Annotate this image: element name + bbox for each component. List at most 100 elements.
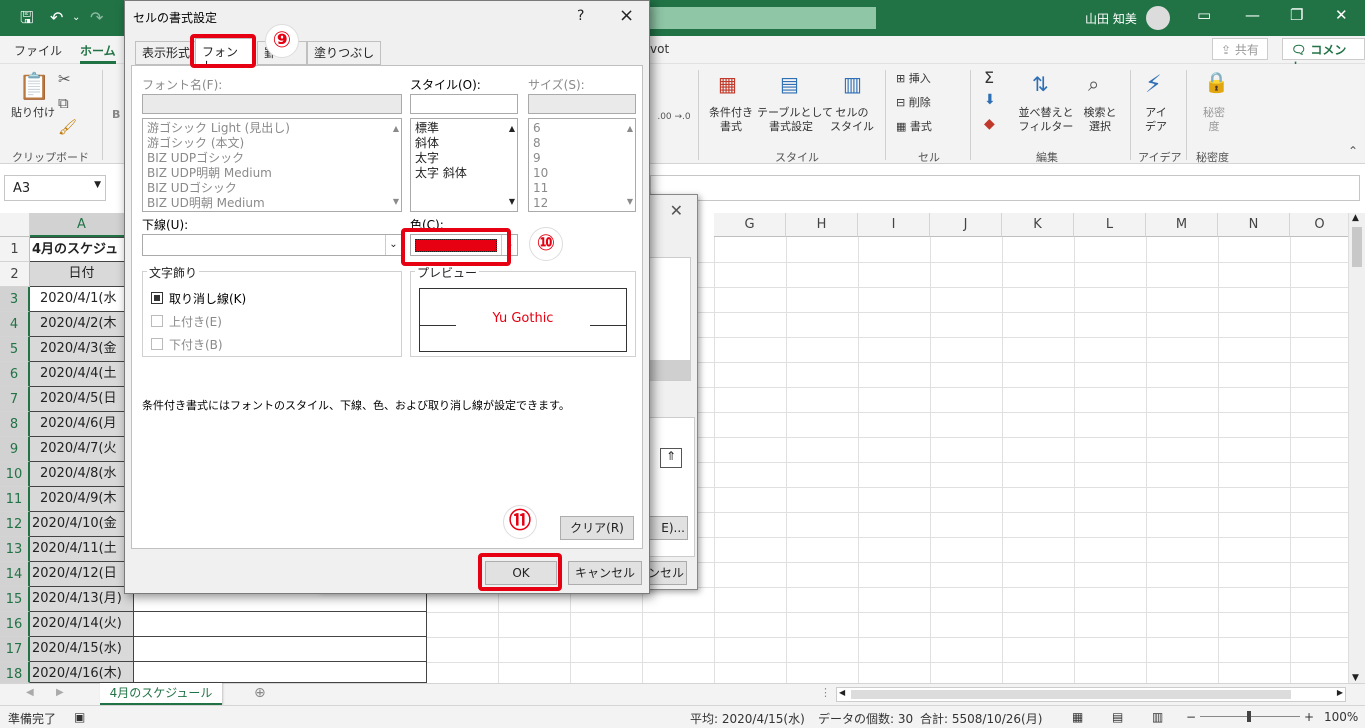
sensitivity-label[interactable]: 秘密 度 — [1198, 106, 1230, 134]
sort-filter-label[interactable]: 並べ替えと フィルター — [1016, 106, 1076, 134]
cell[interactable]: 2020/4/1(水 — [30, 287, 134, 312]
close-window-icon[interactable]: ✕ — [1335, 6, 1348, 24]
macro-icon[interactable]: ▣ — [74, 710, 85, 724]
add-sheet-icon[interactable]: ⊕ — [254, 685, 266, 701]
search-box[interactable] — [650, 7, 876, 29]
list-item[interactable] — [644, 360, 690, 380]
help-icon[interactable]: ? — [577, 8, 584, 24]
list-item[interactable]: 6 — [533, 121, 631, 136]
scroll-down-icon[interactable]: ▼ — [393, 194, 399, 209]
ideas-icon[interactable]: ⚡ — [1145, 70, 1162, 98]
size-list[interactable]: 6 8 9 10 11 12 ▲ ▼ — [528, 118, 636, 212]
row-header[interactable]: 8 — [0, 412, 30, 437]
range-select-icon[interactable]: ⇑ — [660, 448, 682, 468]
strikethrough-checkbox[interactable] — [151, 292, 163, 304]
list-item[interactable]: 8 — [533, 136, 631, 151]
delete-button[interactable]: ⊟ 削除 — [896, 96, 931, 110]
cell[interactable]: 4月のスケジュ — [30, 237, 134, 262]
list-item[interactable]: 12 — [533, 196, 631, 211]
style-list[interactable]: 標準 斜体 太字 太字 斜体 ▲ ▼ — [410, 118, 518, 212]
zoom-out-icon[interactable]: − — [1186, 710, 1196, 724]
row-header[interactable]: 16 — [0, 612, 30, 637]
share-button[interactable]: ⇪ 共有 — [1212, 38, 1268, 60]
minimize-icon[interactable]: — — [1245, 6, 1260, 24]
list-item[interactable]: BIZ UD明朝 Medium — [147, 196, 397, 211]
column-header[interactable]: L — [1074, 213, 1146, 237]
row-header[interactable]: 3 — [0, 287, 30, 312]
hscroll-split-icon[interactable]: ⋮ — [820, 686, 831, 699]
row-header[interactable]: 4 — [0, 312, 30, 337]
select-all-corner[interactable] — [0, 213, 30, 237]
cell[interactable]: 日付 — [30, 262, 134, 287]
paste-icon[interactable]: 📋 — [18, 72, 50, 102]
list-item[interactable]: 標準 — [415, 121, 513, 136]
list-item[interactable]: 太字 — [415, 151, 513, 166]
scroll-thumb[interactable] — [851, 690, 1291, 699]
sensitivity-icon[interactable]: 🔒 — [1204, 70, 1229, 94]
scroll-up-icon[interactable]: ▲ — [509, 121, 515, 136]
zoom-in-icon[interactable]: + — [1304, 710, 1314, 724]
font-name-list[interactable]: 游ゴシック Light (見出し) 游ゴシック (本文) BIZ UDPゴシック… — [142, 118, 402, 212]
cell-style-icon[interactable]: ▥ — [843, 72, 862, 96]
cell[interactable]: 2020/4/12(日 — [30, 562, 134, 587]
page-layout-icon[interactable]: ▤ — [1112, 710, 1123, 724]
cell[interactable]: 2020/4/2(木 — [30, 312, 134, 337]
column-header[interactable]: J — [930, 213, 1002, 237]
find-icon[interactable]: ⌕ — [1088, 72, 1099, 96]
superscript-label[interactable]: 上付き(E) — [169, 313, 222, 330]
cell[interactable]: 2020/4/15(水) — [30, 637, 134, 662]
chevron-down-icon[interactable]: ⌄ — [385, 235, 401, 255]
cell[interactable]: 2020/4/4(土 — [30, 362, 134, 387]
scroll-left-icon[interactable]: ◀ — [839, 688, 845, 697]
list-item[interactable]: BIZ UDゴシック — [147, 181, 397, 196]
find-select-label[interactable]: 検索と 選択 — [1080, 106, 1120, 134]
cell[interactable]: 2020/4/7(火 — [30, 437, 134, 462]
list-item[interactable]: 斜体 — [415, 136, 513, 151]
scroll-up-icon[interactable]: ▲ — [627, 121, 633, 136]
list-item[interactable]: 9 — [533, 151, 631, 166]
sheet-prev-icon[interactable]: ◀ — [26, 687, 34, 698]
cancel-button[interactable]: キャンセル — [568, 561, 642, 585]
name-box[interactable]: A3 ▼ — [4, 175, 106, 201]
subscript-checkbox[interactable] — [151, 338, 163, 350]
bold-fragment[interactable]: B — [112, 108, 120, 122]
row-header[interactable]: 7 — [0, 387, 30, 412]
size-input[interactable] — [528, 94, 636, 114]
horizontal-scrollbar[interactable]: ◀ ▶ — [836, 687, 1346, 702]
avatar[interactable] — [1146, 6, 1170, 30]
row-header[interactable]: 6 — [0, 362, 30, 387]
formula-input[interactable] — [650, 175, 1360, 201]
column-header[interactable]: G — [714, 213, 786, 237]
undo-icon[interactable]: ↶ — [50, 8, 63, 28]
scroll-down-icon[interactable]: ▼ — [627, 194, 633, 209]
column-header[interactable]: O — [1290, 213, 1350, 237]
cell[interactable]: 2020/4/14(火) — [30, 612, 134, 637]
format-button[interactable]: ▦ 書式 — [896, 120, 932, 134]
chevron-down-icon[interactable]: ▼ — [94, 180, 101, 190]
row-header[interactable]: 2 — [0, 262, 30, 287]
zoom-level[interactable]: 100% — [1324, 710, 1358, 724]
vertical-scrollbar[interactable]: ▲ ▼ — [1348, 213, 1365, 683]
scroll-up-icon[interactable]: ▲ — [1352, 213, 1359, 223]
table-format-icon[interactable]: ▤ — [780, 72, 799, 96]
cell[interactable]: 2020/4/10(金 — [30, 512, 134, 537]
column-header[interactable]: K — [1002, 213, 1074, 237]
list-item[interactable]: 太字 斜体 — [415, 166, 513, 181]
normal-view-icon[interactable]: ▦ — [1072, 710, 1083, 724]
format-button[interactable]: E)... — [644, 516, 688, 540]
strikethrough-label[interactable]: 取り消し線(K) — [169, 290, 246, 307]
close-icon[interactable]: ✕ — [670, 201, 683, 220]
sum-icon[interactable]: Σ — [984, 68, 994, 87]
cell[interactable]: 2020/4/11(土 — [30, 537, 134, 562]
cell[interactable]: 2020/4/5(日 — [30, 387, 134, 412]
column-header[interactable]: A — [30, 213, 134, 237]
cell[interactable]: 2020/4/3(金 — [30, 337, 134, 362]
sort-filter-icon[interactable]: ⇅ — [1032, 72, 1049, 96]
tab-number[interactable]: 表示形式 — [135, 41, 198, 65]
decimal-buttons[interactable]: .00 →.0 — [652, 110, 696, 124]
column-header[interactable]: H — [786, 213, 858, 237]
cell[interactable]: 2020/4/8(水 — [30, 462, 134, 487]
scroll-down-icon[interactable]: ▼ — [1352, 673, 1359, 683]
row-header[interactable]: 9 — [0, 437, 30, 462]
table-format-label[interactable]: テーブルとして 書式設定 — [757, 106, 833, 134]
